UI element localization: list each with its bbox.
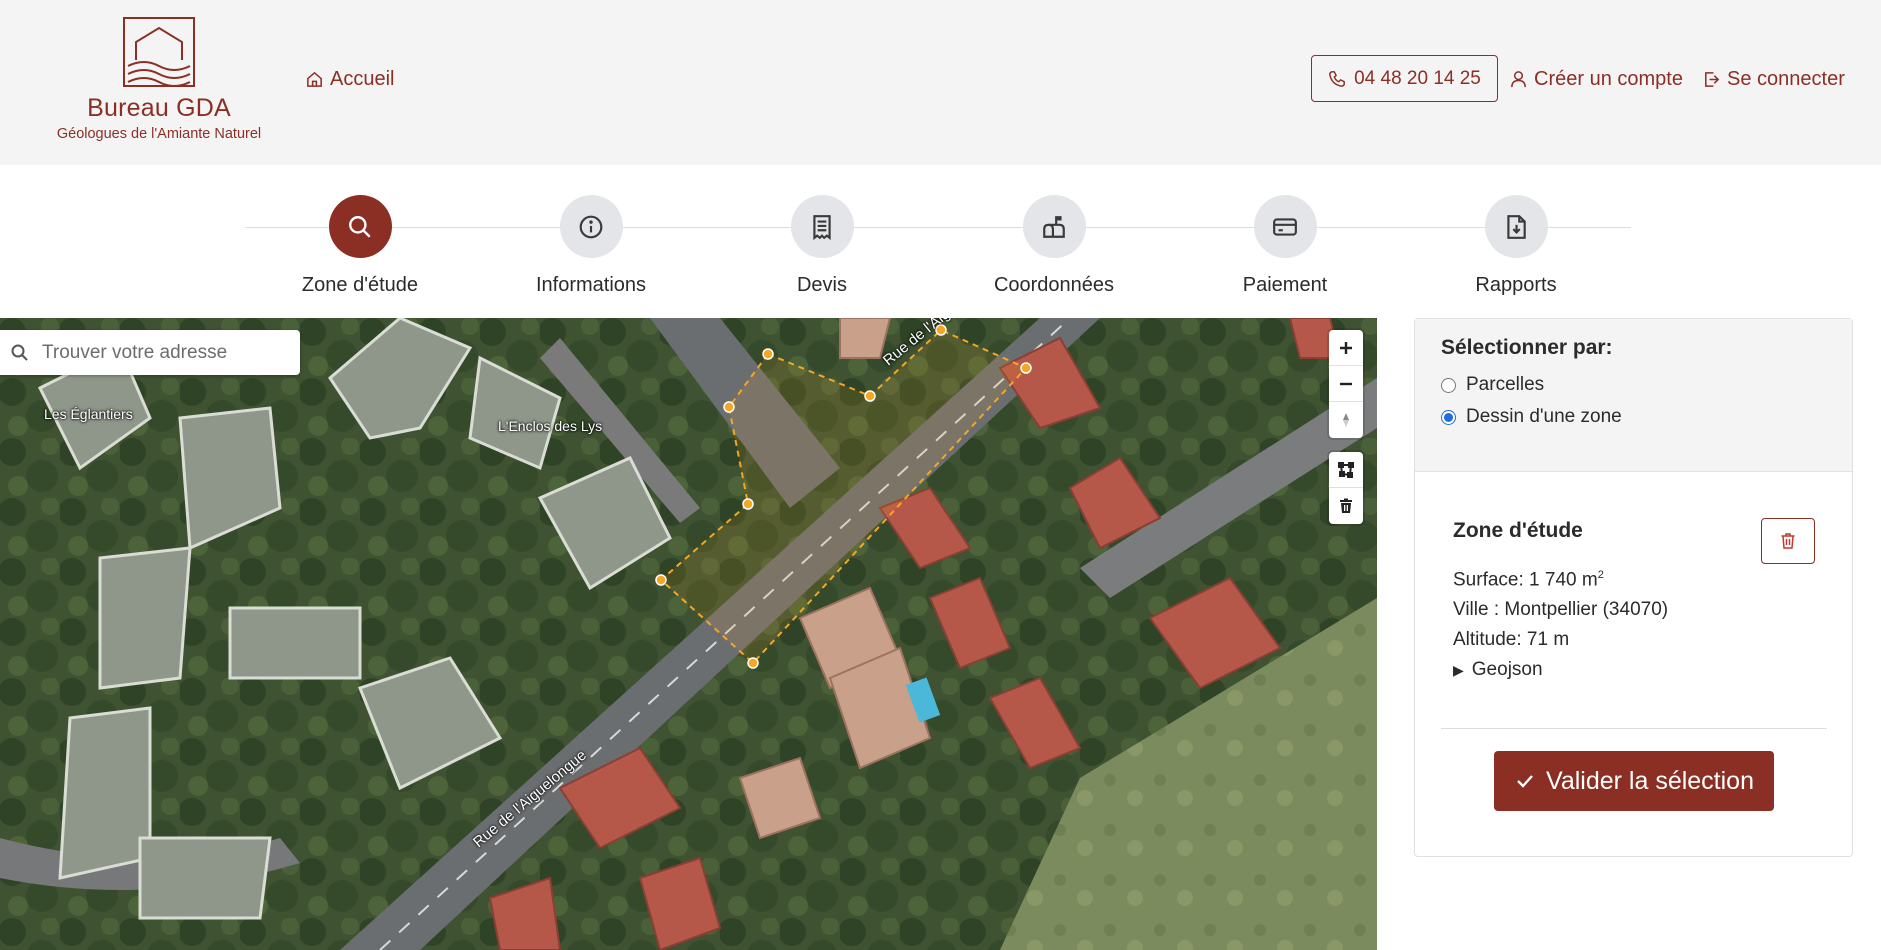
step-circle — [1484, 195, 1548, 258]
parcelles-label: Parcelles — [1466, 374, 1545, 395]
step-label: Devis — [796, 274, 847, 296]
minus-icon — [1340, 382, 1352, 385]
draw-polygon-button[interactable] — [1329, 452, 1363, 488]
satellite-map[interactable]: Les Églantiers L'Enclos des Lys Rue de l… — [0, 318, 1377, 950]
phone-icon — [1329, 70, 1346, 87]
step-devis[interactable]: Devis — [722, 195, 922, 297]
ville-info: Ville : Montpellier (34070) — [1453, 599, 1669, 620]
address-search-box[interactable] — [0, 330, 300, 375]
polygon-icon — [1338, 461, 1354, 478]
address-search-input[interactable] — [42, 341, 282, 364]
geojson-label: Geojson — [1471, 659, 1543, 680]
step-label: Coordonnées — [993, 274, 1115, 296]
zone-title: Zone d'étude — [1453, 519, 1583, 542]
phone-number: 04 48 20 14 25 — [1354, 67, 1481, 89]
info-icon — [579, 215, 603, 238]
home-link-label: Accueil — [330, 68, 395, 90]
zoom-in-button[interactable] — [1329, 330, 1363, 366]
zoom-controls — [1329, 330, 1363, 438]
delete-zone-button[interactable] — [1761, 518, 1815, 564]
step-circle — [1022, 195, 1086, 258]
login-label: Se connecter — [1727, 68, 1845, 90]
home-icon — [307, 71, 322, 87]
brand-tagline: Géologues de l'Amiante Naturel — [56, 126, 262, 142]
phone-button[interactable]: 04 48 20 14 25 — [1311, 55, 1498, 102]
step-informations[interactable]: Informations — [491, 195, 691, 297]
user-icon — [1511, 71, 1526, 88]
receipt-icon — [813, 214, 831, 240]
validate-selection-label: Valider la sélection — [1546, 766, 1754, 795]
step-circle — [790, 195, 854, 258]
brand-name: Bureau GDA — [87, 94, 231, 122]
step-paiement[interactable]: Paiement — [1185, 195, 1385, 297]
step-label: Paiement — [1242, 274, 1328, 296]
draw-controls — [1329, 452, 1363, 524]
selection-panel: Sélectionner par: Parcelles Dessin d'une… — [1414, 318, 1853, 857]
step-circle — [328, 195, 392, 258]
step-zone-etude[interactable]: Zone d'étude — [260, 195, 460, 297]
altitude-info: Altitude: 71 m — [1453, 629, 1570, 650]
brand-logo[interactable]: Bureau GDA Géologues de l'Amiante Nature… — [40, 16, 278, 142]
step-label: Rapports — [1475, 274, 1557, 296]
file-download-icon — [1507, 214, 1526, 239]
step-circle — [559, 195, 623, 258]
logo-house-icon — [123, 17, 195, 87]
delete-drawing-button[interactable] — [1329, 488, 1363, 524]
plus-icon — [1340, 341, 1352, 354]
surface-text: Surface: 1 740 m — [1453, 569, 1598, 591]
home-link[interactable]: Accueil — [305, 68, 394, 91]
dessin-zone-radio[interactable] — [1441, 409, 1456, 425]
geojson-toggle[interactable]: ▶ Geojson — [1453, 659, 1543, 681]
zoom-out-button[interactable] — [1329, 366, 1363, 402]
search-icon — [11, 344, 28, 361]
site-header: Bureau GDA Géologues de l'Amiante Nature… — [0, 0, 1881, 165]
step-label: Informations — [535, 274, 647, 296]
selection-heading: Sélectionner par: — [1441, 336, 1613, 359]
satellite-imagery — [0, 318, 1377, 950]
panel-divider — [1441, 728, 1827, 729]
map-label-enclos: L'Enclos des Lys — [498, 418, 603, 434]
step-label: Zone d'étude — [301, 274, 419, 296]
credit-card-icon — [1273, 217, 1297, 236]
surface-info: Surface: 1 740 m2 — [1453, 569, 1604, 591]
progress-stepper: Zone d'étude Informations Devis Coordonn… — [0, 165, 1881, 318]
reset-north-button[interactable] — [1329, 402, 1363, 438]
surface-unit-exponent: 2 — [1597, 569, 1604, 581]
compass-icon — [1343, 413, 1349, 427]
caret-right-icon: ▶ — [1453, 661, 1464, 678]
option-parcelles[interactable]: Parcelles — [1441, 374, 1826, 396]
trash-icon — [1340, 498, 1352, 513]
trash-icon — [1781, 533, 1795, 549]
validate-selection-button[interactable]: Valider la sélection — [1494, 751, 1774, 811]
step-rapports[interactable]: Rapports — [1416, 195, 1616, 297]
dessin-zone-label: Dessin d'une zone — [1466, 406, 1622, 427]
create-account-link[interactable]: Créer un compte — [1509, 68, 1683, 91]
check-icon — [1517, 775, 1533, 788]
login-icon — [1705, 72, 1720, 87]
step-coordonnees[interactable]: Coordonnées — [954, 195, 1154, 297]
selection-mode-section: Sélectionner par: Parcelles Dessin d'une… — [1415, 319, 1852, 472]
option-dessin-zone[interactable]: Dessin d'une zone — [1441, 406, 1826, 428]
mailbox-icon — [1043, 215, 1065, 238]
parcelles-radio[interactable] — [1441, 377, 1456, 393]
login-link[interactable]: Se connecter — [1702, 68, 1845, 91]
map-label-eglantiers: Les Églantiers — [44, 406, 133, 422]
step-circle — [1253, 195, 1317, 258]
search-icon — [349, 215, 371, 238]
create-account-label: Créer un compte — [1534, 68, 1683, 90]
